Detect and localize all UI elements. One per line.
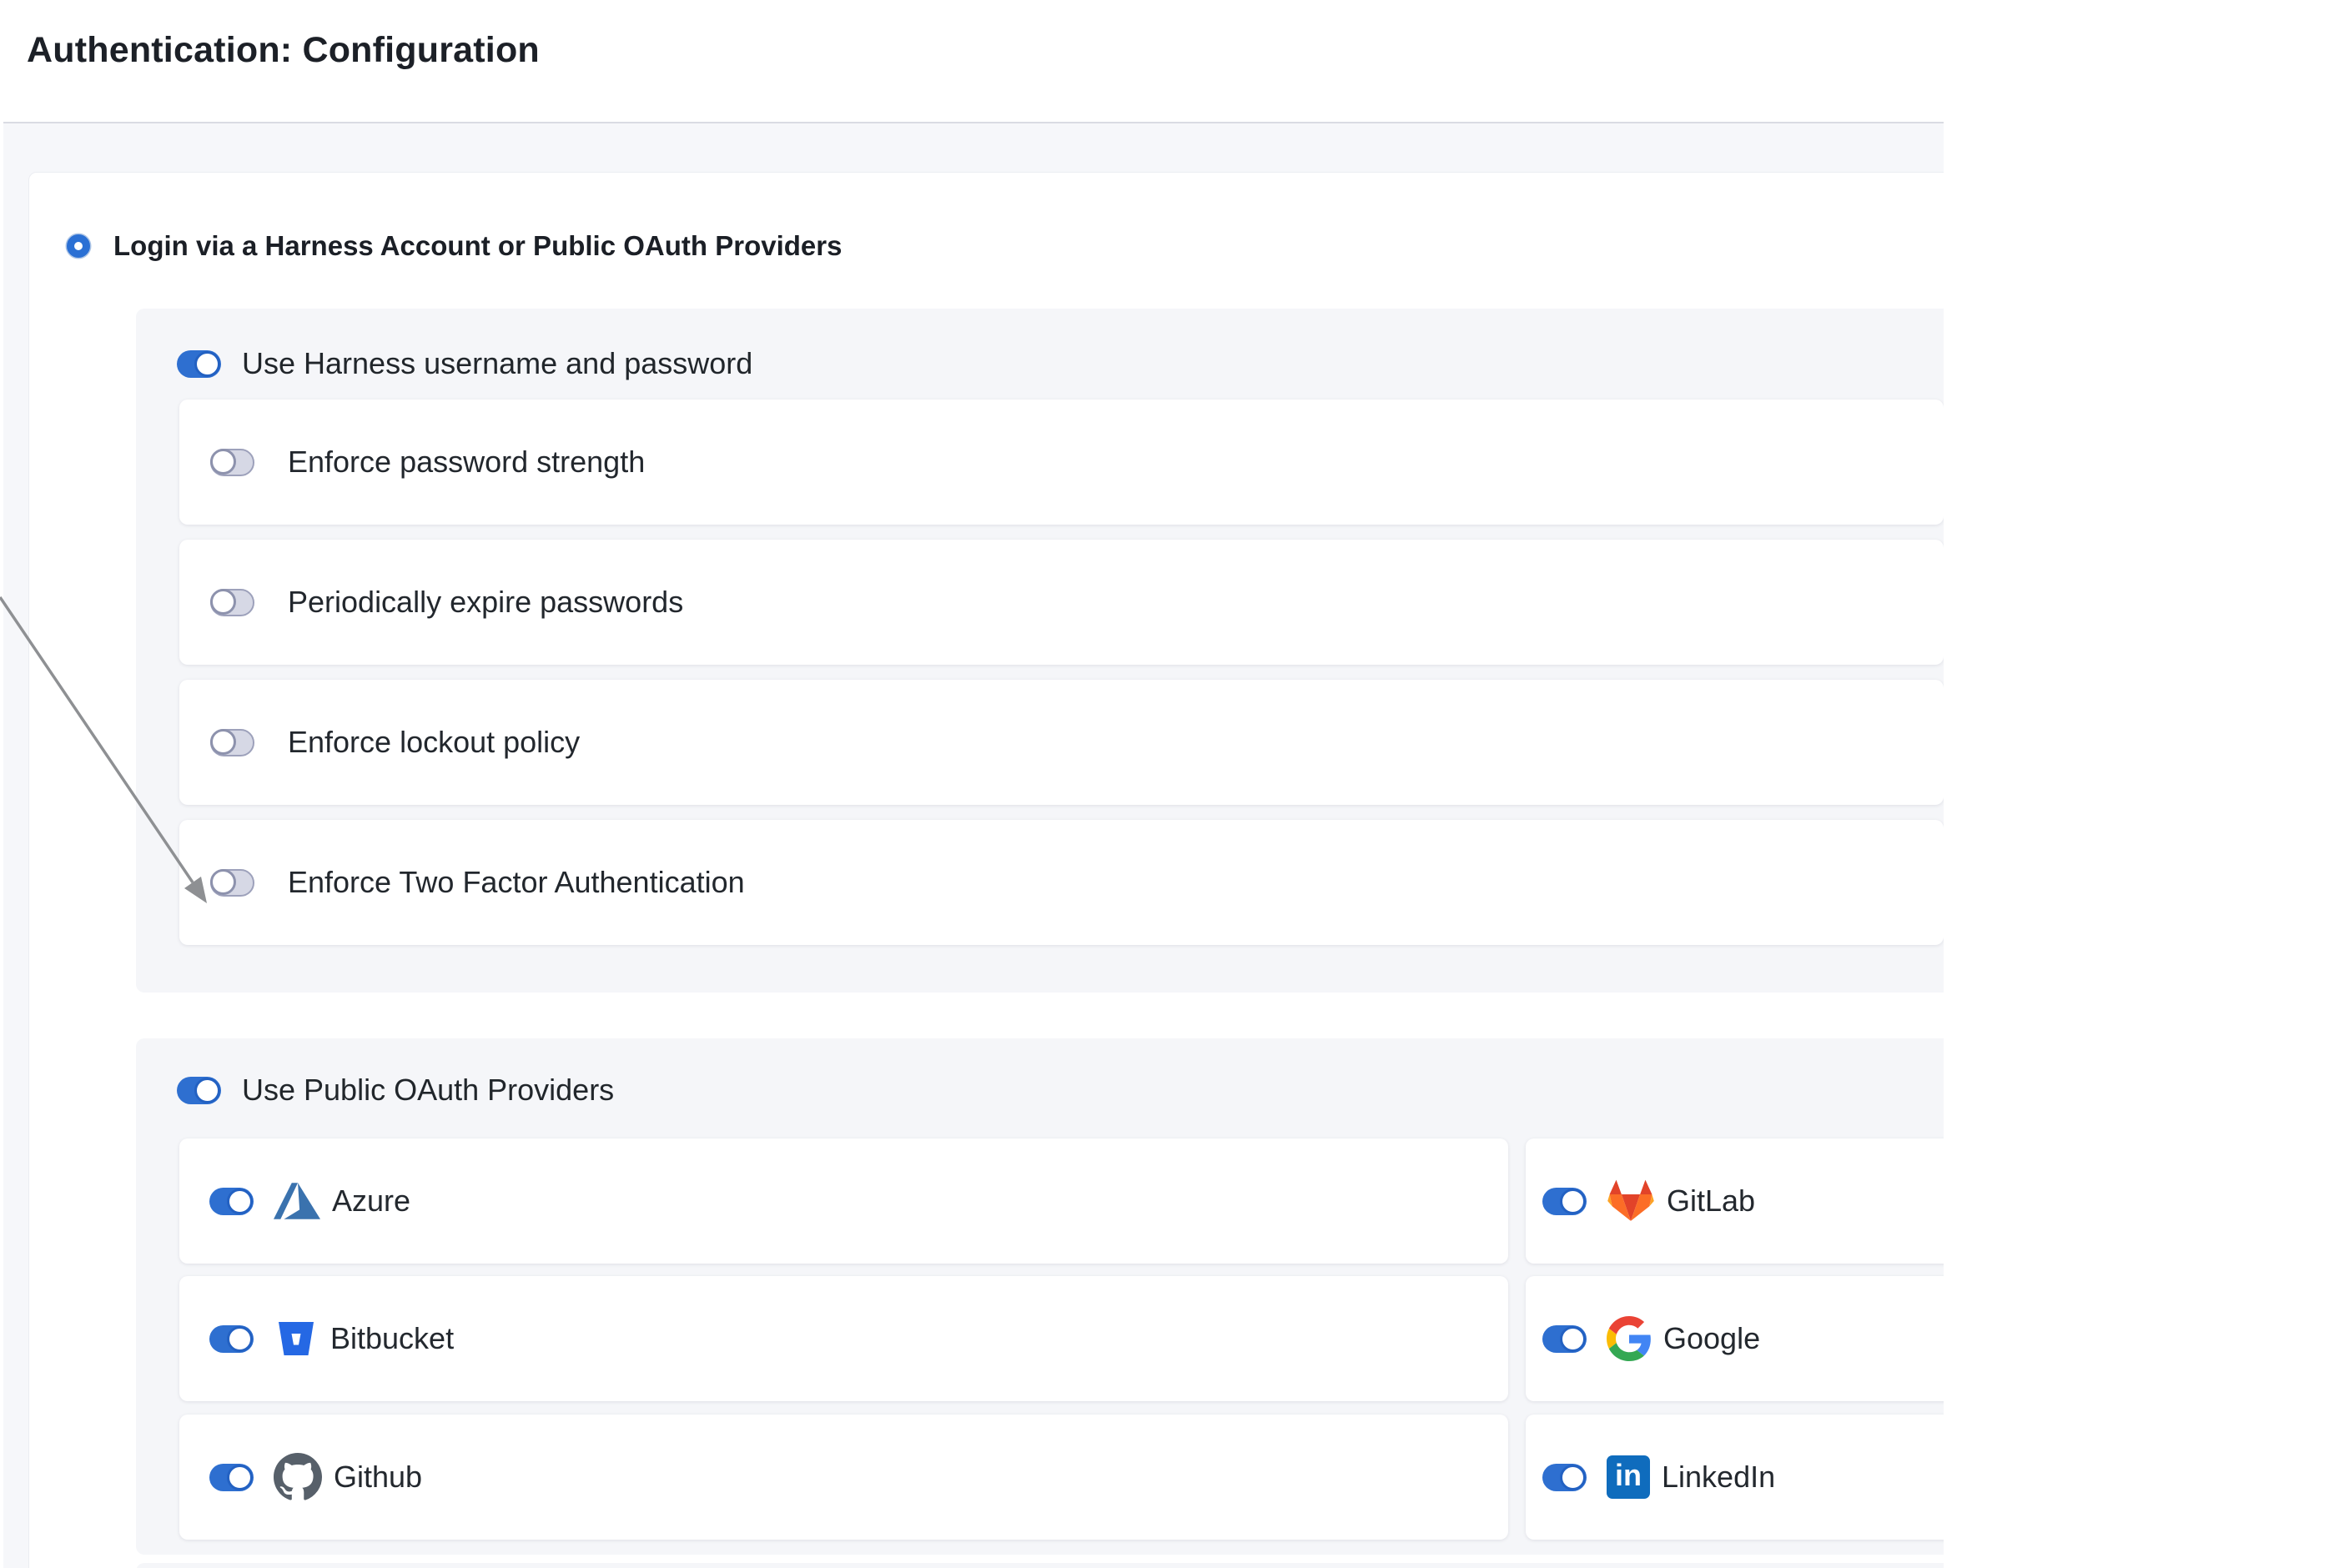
bitbucket-label: Bitbucket xyxy=(330,1321,454,1356)
periodically-expire-passwords-label: Periodically expire passwords xyxy=(288,585,683,620)
use-public-oauth-label: Use Public OAuth Providers xyxy=(242,1073,614,1108)
use-public-oauth-row: Use Public OAuth Providers xyxy=(177,1076,614,1104)
enforce-two-factor-row: Enforce Two Factor Authentication xyxy=(179,820,1944,945)
toggle-knob xyxy=(227,1189,253,1214)
login-method-radio-row: Login via a Harness Account or Public OA… xyxy=(67,230,842,262)
periodically-expire-passwords-toggle[interactable] xyxy=(210,589,254,616)
login-method-radio-label: Login via a Harness Account or Public OA… xyxy=(113,230,842,262)
toggle-knob xyxy=(1560,1465,1586,1490)
harness-username-password-toggle[interactable] xyxy=(177,350,221,378)
toggle-knob xyxy=(210,729,236,755)
auth-settings-panel: Login via a Harness Account or Public OA… xyxy=(3,122,1944,1568)
google-icon xyxy=(1607,1316,1652,1361)
authentication-configuration-page: Authentication: Configuration Login via … xyxy=(0,0,2329,1568)
github-label: Github xyxy=(334,1460,422,1495)
next-section-card-peek xyxy=(136,1563,1944,1568)
enforce-password-strength-row: Enforce password strength xyxy=(179,400,1944,525)
google-provider-row: Google xyxy=(1526,1276,1944,1401)
github-toggle[interactable] xyxy=(209,1464,254,1491)
toggle-knob xyxy=(210,589,236,615)
linkedin-toggle[interactable] xyxy=(1542,1464,1587,1491)
bitbucket-toggle[interactable] xyxy=(209,1325,254,1353)
azure-label: Azure xyxy=(332,1184,410,1219)
harness-username-password-row: Use Harness username and password xyxy=(177,349,752,378)
toggle-knob xyxy=(194,1078,220,1103)
harness-username-password-label: Use Harness username and password xyxy=(242,346,752,381)
azure-provider-row: Azure xyxy=(179,1138,1508,1264)
linkedin-icon: in xyxy=(1607,1455,1650,1499)
bitbucket-icon xyxy=(274,1316,319,1361)
enforce-password-strength-toggle[interactable] xyxy=(210,449,254,476)
gitlab-icon xyxy=(1607,1179,1655,1224)
enforce-lockout-policy-label: Enforce lockout policy xyxy=(288,725,580,760)
toggle-knob xyxy=(1560,1326,1586,1352)
toggle-knob xyxy=(1560,1189,1586,1214)
toggle-knob xyxy=(210,449,236,475)
gitlab-provider-row: GitLab xyxy=(1526,1138,1944,1264)
toggle-knob xyxy=(210,869,236,895)
enforce-two-factor-toggle[interactable] xyxy=(210,869,254,897)
periodically-expire-passwords-row: Periodically expire passwords xyxy=(179,540,1944,665)
use-public-oauth-toggle[interactable] xyxy=(177,1077,221,1104)
radio-selected-icon[interactable] xyxy=(67,234,90,258)
azure-icon xyxy=(274,1182,320,1220)
github-provider-row: Github xyxy=(179,1415,1508,1540)
enforce-lockout-policy-row: Enforce lockout policy xyxy=(179,680,1944,805)
gitlab-label: GitLab xyxy=(1667,1184,1755,1219)
github-icon xyxy=(274,1453,322,1501)
azure-toggle[interactable] xyxy=(209,1188,254,1215)
linkedin-label: LinkedIn xyxy=(1662,1460,1775,1495)
toggle-knob xyxy=(194,351,220,377)
google-label: Google xyxy=(1663,1321,1760,1356)
enforce-password-strength-label: Enforce password strength xyxy=(288,445,645,480)
enforce-lockout-policy-toggle[interactable] xyxy=(210,729,254,756)
page-title: Authentication: Configuration xyxy=(27,30,540,71)
toggle-knob xyxy=(227,1326,253,1352)
enforce-two-factor-label: Enforce Two Factor Authentication xyxy=(288,865,745,900)
toggle-knob xyxy=(227,1465,253,1490)
gitlab-toggle[interactable] xyxy=(1542,1188,1587,1215)
linkedin-provider-row: in LinkedIn xyxy=(1526,1415,1944,1540)
bitbucket-provider-row: Bitbucket xyxy=(179,1276,1508,1401)
google-toggle[interactable] xyxy=(1542,1325,1587,1353)
